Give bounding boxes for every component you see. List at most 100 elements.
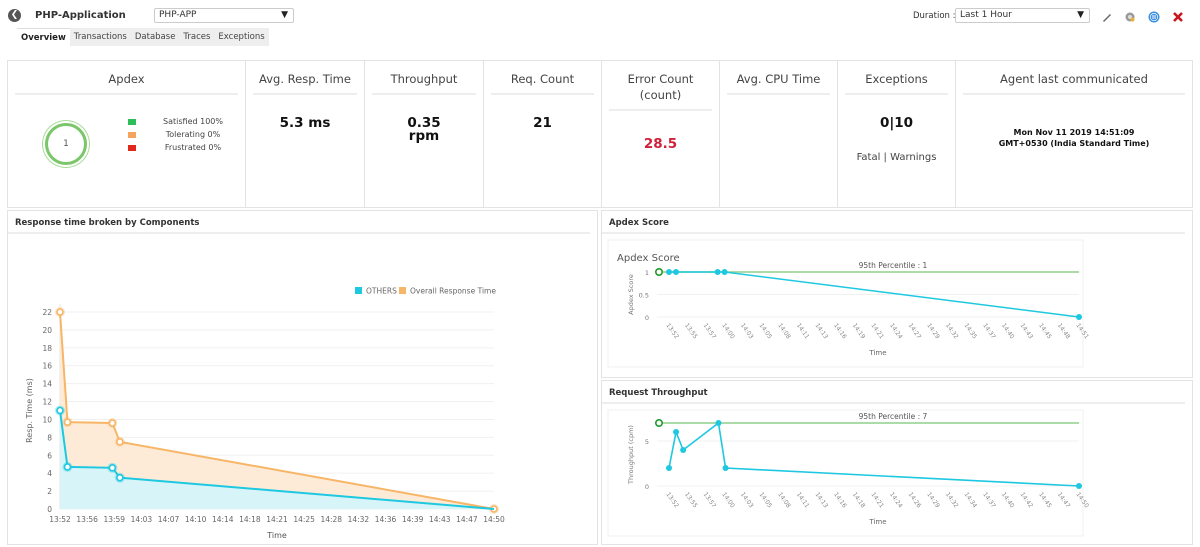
y-tick-label: 0	[47, 505, 52, 514]
y-axis-title: Apdex Score	[627, 274, 635, 315]
y-tick-label: 18	[42, 344, 52, 353]
x-tick-label: 14:32	[348, 515, 370, 524]
y-tick-label: 12	[42, 398, 52, 407]
x-tick-label: 13:52	[49, 515, 71, 524]
y-tick-label: 14	[42, 380, 52, 389]
legend-swatch-overall	[399, 287, 406, 294]
legend-satisfied: Satisfied 100%	[128, 117, 228, 126]
close-icon[interactable]	[1172, 11, 1184, 23]
response-time-panel: Response time broken by Components OTHER…	[7, 210, 598, 545]
application-select-value: PHP-APP	[159, 10, 197, 20]
chart-frame	[607, 409, 1084, 537]
kpi-error-count: Error Count (count) 28.5	[602, 61, 720, 207]
percentile-label: 95th Percentile : 1	[859, 261, 928, 270]
tab-traces[interactable]: Traces	[179, 28, 214, 46]
back-icon[interactable]: ❮	[8, 9, 21, 22]
y-tick-label: 0	[645, 314, 649, 322]
kpi-avg-resp-time: Avg. Resp. Time 5.3 ms	[246, 61, 365, 207]
x-tick-label: 14:14	[212, 515, 234, 524]
data-point	[1076, 483, 1082, 489]
x-tick-label: 14:28	[320, 515, 342, 524]
y-tick-label: 4	[47, 469, 52, 478]
y-tick-label: 8	[47, 433, 52, 442]
chart-inner-title: Apdex Score	[617, 253, 680, 264]
kpi-value: 28.5	[643, 136, 678, 152]
x-tick-label: 14:18	[239, 515, 261, 524]
kpi-agent: Agent last communicated Mon Nov 11 2019 …	[956, 61, 1192, 207]
data-point	[63, 418, 72, 426]
edit-icon[interactable]	[1101, 11, 1113, 23]
kpi-sub: Fatal | Warnings	[856, 152, 937, 163]
gear-icon[interactable]	[1124, 11, 1136, 23]
kpi-title: Avg. CPU Time	[727, 61, 830, 95]
y-tick-label: 2	[47, 487, 52, 496]
percentile-marker	[654, 267, 663, 276]
x-axis-title: Time	[868, 349, 886, 357]
x-tick-label: 14:47	[456, 515, 478, 524]
kpi-apdex: Apdex 1 Satisfied 100% Tolerating 0% Fru…	[8, 61, 246, 207]
panel-title: Apdex Score	[602, 211, 1185, 234]
y-tick-label: 5	[645, 438, 649, 446]
kpi-title: Throughput	[372, 61, 476, 95]
data-point	[722, 465, 729, 471]
data-point	[673, 429, 680, 435]
data-point	[108, 419, 117, 427]
x-tick-label: 13:59	[103, 515, 125, 524]
data-point	[108, 464, 117, 472]
data-point	[56, 308, 64, 316]
tab-overview[interactable]: Overview	[17, 28, 70, 46]
data-point	[672, 269, 679, 275]
application-select[interactable]: PHP-APP ▼	[154, 8, 294, 23]
response-time-chart: OTHERS Overall Response Time 0 2 4 6 8 10 12 14 16…	[25, 287, 505, 541]
y-axis-title: Throughput (cpm)	[627, 425, 635, 485]
kpi-exceptions: Exceptions 0|10 Fatal | Warnings	[838, 61, 956, 207]
data-point	[715, 420, 722, 426]
kpi-req-count: Req. Count 21	[484, 61, 602, 207]
top-bar: ❮ PHP-Application PHP-APP ▼ Duration : L…	[0, 0, 1200, 30]
kpi-title: Agent last communicated	[963, 61, 1185, 95]
duration-select-value: Last 1 Hour	[960, 10, 1012, 20]
apdex-ring: 1	[45, 123, 87, 165]
kpi-title: Error Count (count)	[609, 61, 712, 111]
throughput-panel: Request Throughput 0 5 Throughput (cpm) 13:…	[601, 380, 1193, 545]
x-tick-label: 14:03	[131, 515, 153, 524]
agent-time-line1: Mon Nov 11 2019 14:51:09	[1013, 128, 1135, 137]
apdex-panel: Apdex Score Apdex Score 0 0.5 1 Apdex Score 1…	[601, 210, 1193, 378]
kpi-throughput: Throughput 0.35 rpm	[365, 61, 484, 207]
tab-exceptions[interactable]: Exceptions	[214, 28, 268, 46]
data-point	[116, 438, 124, 446]
kpi-avg-cpu-time: Avg. CPU Time	[720, 61, 838, 207]
duration-select[interactable]: Last 1 Hour ▼	[955, 8, 1090, 23]
legend-swatch	[128, 131, 136, 138]
y-tick-label: 10	[42, 415, 52, 424]
data-point	[56, 406, 64, 415]
x-tick-label: 14:25	[293, 515, 315, 524]
tab-bar: Overview Transactions Database Traces Ex…	[17, 28, 269, 46]
apdex-score: 1	[63, 139, 69, 149]
legend-swatch	[128, 118, 136, 125]
data-point	[666, 269, 672, 275]
kpi-strip: Apdex 1 Satisfied 100% Tolerating 0% Fru…	[7, 60, 1193, 208]
app-title: PHP-Application	[35, 10, 126, 21]
x-tick-label: 14:43	[429, 515, 451, 524]
x-tick-label: 13:56	[76, 515, 98, 524]
legend-label: Tolerating 0%	[165, 130, 221, 139]
legend-label-others: OTHERS	[366, 287, 397, 296]
legend-frustrated: Frustrated 0%	[128, 143, 228, 152]
pause-icon[interactable]	[1148, 11, 1160, 23]
data-point	[1076, 314, 1082, 320]
y-tick-label: 20	[42, 326, 52, 335]
dropdown-arrow-icon: ▼	[281, 10, 288, 20]
x-tick-label: 14:21	[266, 515, 288, 524]
kpi-title: Apdex	[15, 61, 238, 95]
kpi-title-main: Error Count	[627, 72, 694, 86]
tab-transactions[interactable]: Transactions	[70, 28, 131, 46]
y-tick-label: 0.5	[639, 292, 649, 300]
x-tick-label: 14:07	[158, 515, 180, 524]
kpi-title-sub: (count)	[639, 88, 682, 102]
panel-title: Response time broken by Components	[8, 211, 590, 234]
tab-database[interactable]: Database	[131, 28, 180, 46]
data-point	[116, 473, 124, 482]
throughput-chart: 05Throughput (cpm)13:52 13:55 13:57 14:00 14…	[607, 409, 1090, 537]
legend-label-overall: Overall Response Time	[410, 287, 496, 296]
